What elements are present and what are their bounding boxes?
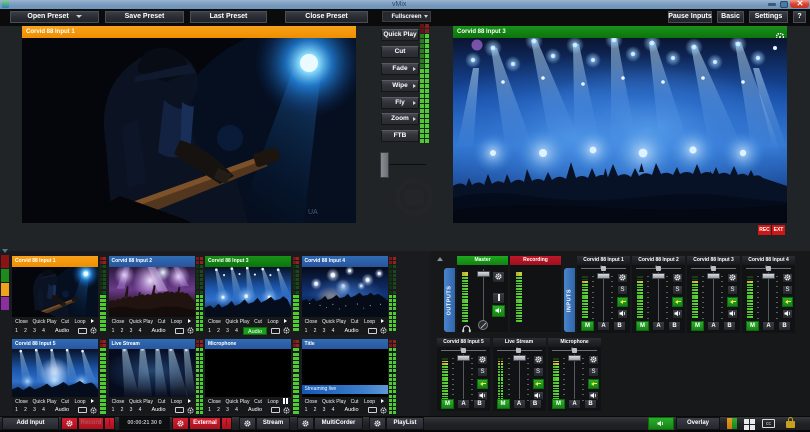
svg-text:UA: UA [308,209,318,216]
